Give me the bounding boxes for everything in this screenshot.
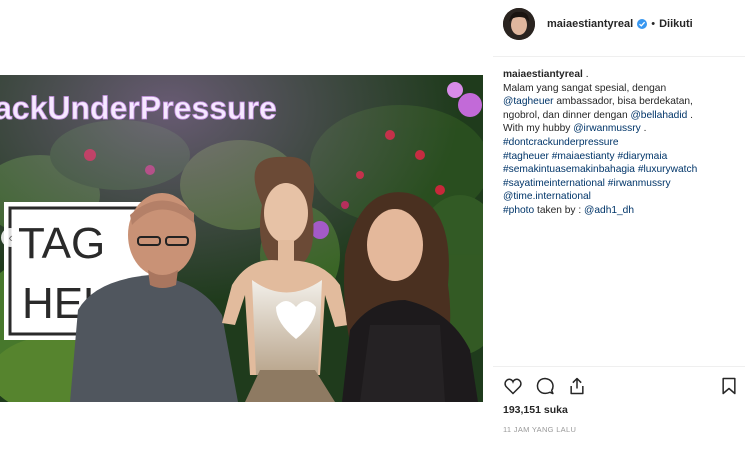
caption-text: taken by : — [534, 204, 585, 216]
caption-text: . — [585, 69, 589, 80]
caption-text: . — [687, 109, 693, 121]
avatar[interactable] — [503, 8, 535, 40]
caption-line: #sayatimeinternational #irwanmussry — [503, 177, 739, 191]
caption-mention-link[interactable]: @tagheuer — [503, 96, 554, 107]
caption-line: #dontcrackunderpressure — [503, 136, 739, 150]
caption-text: . — [640, 123, 647, 135]
caption-hashtag-link[interactable]: #dontcrackunderpressure — [503, 137, 619, 148]
caption-text: Malam yang sangat spesial, dengan — [503, 82, 667, 94]
svg-text:TAG: TAG — [18, 219, 105, 268]
caption-line: @time.international — [503, 190, 739, 204]
verified-badge-icon — [637, 19, 648, 29]
post-timestamp: 11 JAM YANG LALU — [503, 425, 577, 434]
heart-icon[interactable] — [503, 376, 523, 396]
neon-sign-text: ackUnderPressure — [0, 90, 277, 126]
post-photo-image: ackUnderPressure TAG HEU — [0, 75, 483, 402]
header-divider — [493, 56, 745, 57]
post-photo[interactable]: ackUnderPressure TAG HEU — [0, 75, 483, 402]
caption-line: #tagheuer #maiaestianty #diarymaia — [503, 150, 739, 164]
carousel-previous-button[interactable]: ‹ — [1, 228, 20, 247]
caption-hashtag-link[interactable]: #luxurywatch — [638, 164, 697, 175]
caption-line: maiaestiantyreal . — [503, 68, 739, 82]
caption-mention-link[interactable]: @bellahadid — [630, 110, 687, 121]
caption-hashtag-link[interactable]: #irwanmussry — [608, 178, 671, 189]
caption-hashtag-link[interactable]: #diarymaia — [617, 151, 667, 162]
caption-line: #photo taken by : @adh1_dh — [503, 204, 739, 218]
caption-line: Malam yang sangat spesial, dengan — [503, 82, 739, 96]
header-username[interactable]: maiaestiantyreal — [547, 18, 633, 30]
post-caption: maiaestiantyreal . Malam yang sangat spe… — [503, 68, 739, 218]
caption-line: @tagheuer ambassador, bisa berdekatan, — [503, 95, 739, 109]
follow-status-button[interactable]: Diikuti — [659, 18, 693, 30]
caption-line: ngobrol, dan dinner dengan @bellahadid . — [503, 109, 739, 123]
comment-icon[interactable] — [535, 376, 555, 396]
caption-text: ngobrol, dan dinner dengan — [503, 109, 631, 121]
caption-hashtag-link[interactable]: #semakintuasemakinbahagia — [503, 164, 635, 175]
chevron-left-icon: ‹ — [8, 230, 13, 245]
actions-divider — [493, 366, 745, 367]
caption-username[interactable]: maiaestiantyreal — [503, 69, 583, 80]
caption-hashtag-link[interactable]: #tagheuer — [503, 151, 549, 162]
caption-hashtag-link[interactable]: #sayatimeinternational — [503, 178, 605, 189]
bookmark-icon[interactable] — [719, 376, 739, 396]
post-header: maiaestiantyreal • Diikuti — [503, 8, 745, 40]
header-separator: • — [651, 18, 656, 30]
caption-mention-link[interactable]: @time.international — [503, 191, 591, 202]
caption-mention-link[interactable]: @irwanmussry — [573, 123, 641, 134]
caption-hashtag-link[interactable]: #maiaestianty — [552, 151, 615, 162]
caption-text: ambassador, bisa berdekatan, — [553, 96, 693, 108]
likes-count[interactable]: 193,151 suka — [503, 404, 568, 416]
caption-hashtag-link[interactable]: #photo — [503, 205, 534, 216]
post-actions — [503, 376, 739, 396]
share-icon[interactable] — [567, 376, 587, 396]
caption-text: With my hubby — [503, 123, 574, 135]
caption-line: With my hubby @irwanmussry . — [503, 122, 739, 136]
caption-line: #semakintuasemakinbahagia #luxurywatch — [503, 163, 739, 177]
caption-mention-link[interactable]: @adh1_dh — [584, 205, 634, 216]
